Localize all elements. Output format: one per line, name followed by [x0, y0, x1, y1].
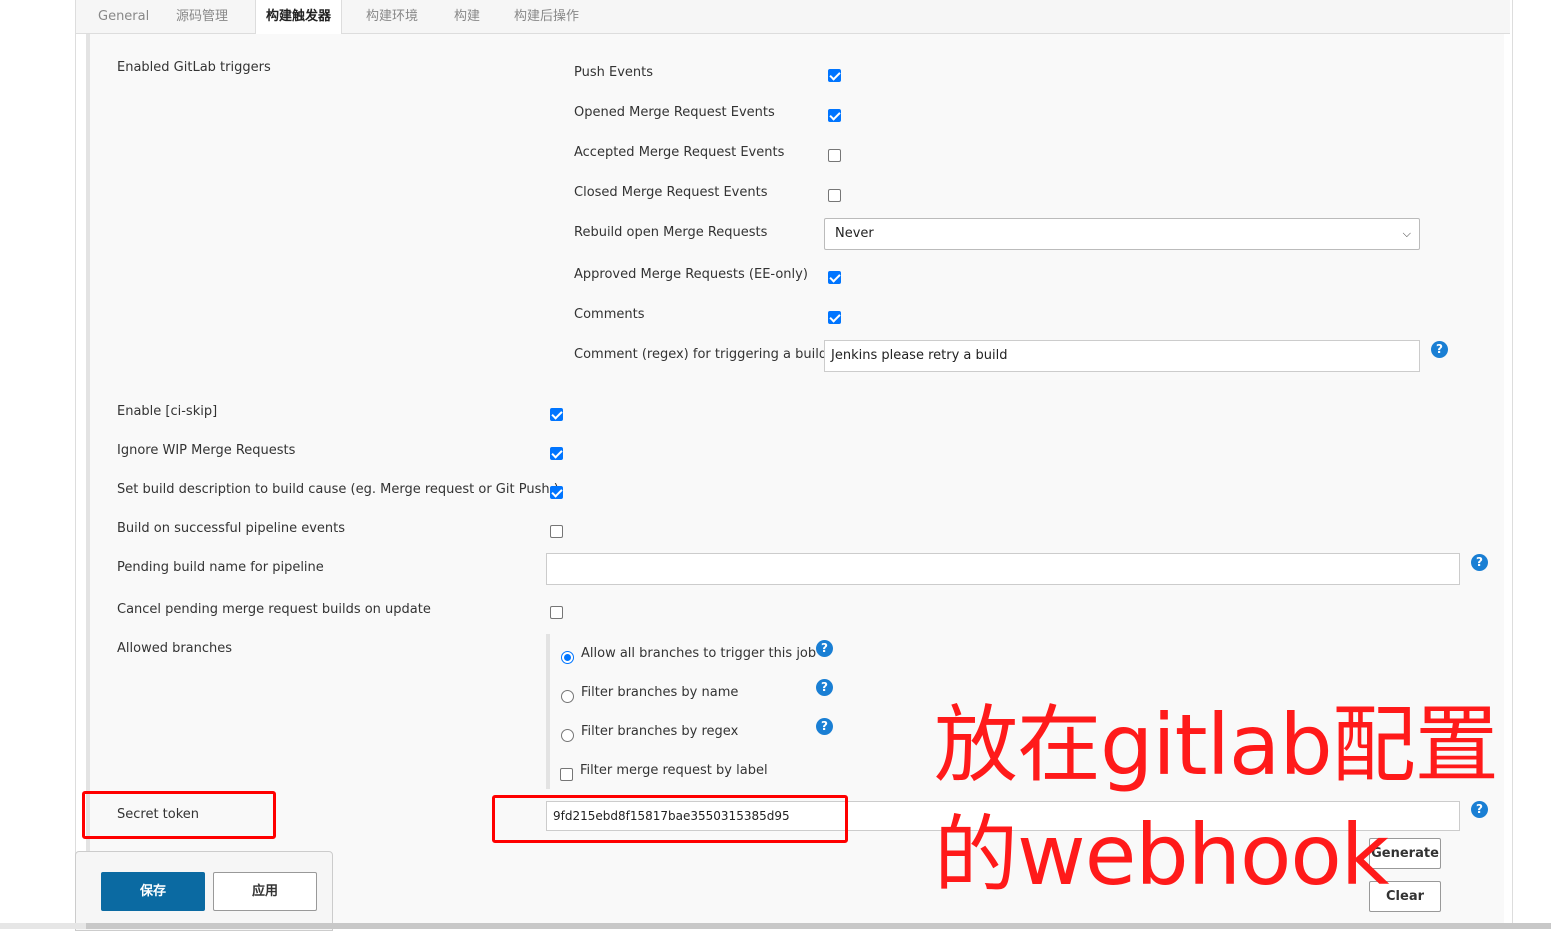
pending-build-name-label: Pending build name for pipeline	[117, 560, 324, 575]
rebuild-open-mr-label: Rebuild open Merge Requests	[574, 225, 768, 240]
tab-source-code[interactable]: 源码管理	[166, 0, 238, 33]
allowed-branches-label: Allowed branches	[117, 641, 233, 656]
pipeline-events-checkbox[interactable]	[550, 525, 563, 538]
pending-build-name-input[interactable]	[546, 553, 1460, 585]
chevron-down-icon: ⌵	[1402, 227, 1411, 240]
push-events-checkbox[interactable]	[828, 69, 841, 82]
ci-skip-label: Enable [ci-skip]	[117, 404, 218, 419]
pipeline-events-label: Build on successful pipeline events	[117, 521, 346, 536]
cancel-pending-label: Cancel pending merge request builds on u…	[117, 602, 431, 617]
help-icon[interactable]: ?	[1471, 554, 1488, 571]
scrollbar-thumb[interactable]	[0, 923, 86, 929]
ignore-wip-label: Ignore WIP Merge Requests	[117, 443, 296, 458]
set-description-label: Set build description to build cause (eg…	[117, 482, 559, 497]
apply-button[interactable]: 应用	[213, 872, 317, 911]
push-events-label: Push Events	[574, 65, 654, 80]
branches-group-divider	[546, 634, 550, 789]
tab-post-build[interactable]: 构建后操作	[504, 0, 589, 33]
set-description-checkbox[interactable]	[550, 486, 563, 499]
filter-by-name-radio[interactable]	[561, 690, 574, 703]
gitlab-triggers-label: Enabled GitLab triggers	[117, 60, 271, 75]
annotation-line-2: 的webhook	[934, 806, 1389, 904]
closed-mr-label: Closed Merge Request Events	[574, 185, 768, 200]
save-button[interactable]: 保存	[101, 872, 205, 911]
accepted-mr-checkbox[interactable]	[828, 149, 841, 162]
help-icon[interactable]: ?	[816, 640, 833, 657]
config-tabs: General 源码管理 构建触发器 构建环境 构建 构建后操作	[76, 0, 1510, 34]
rebuild-open-mr-select[interactable]: Never ⌵	[824, 218, 1420, 250]
comment-regex-input[interactable]: Jenkins please retry a build	[824, 340, 1420, 372]
annotation-line-1: 放在gitlab配置	[934, 696, 1499, 794]
opened-mr-checkbox[interactable]	[828, 109, 841, 122]
opened-mr-label: Opened Merge Request Events	[574, 105, 775, 120]
cancel-pending-checkbox[interactable]	[550, 606, 563, 619]
tab-build-triggers[interactable]: 构建触发器	[255, 0, 343, 34]
tab-build-environment[interactable]: 构建环境	[356, 0, 428, 33]
tab-build[interactable]: 构建	[444, 0, 490, 33]
horizontal-scrollbar[interactable]	[0, 923, 1551, 929]
ignore-wip-checkbox[interactable]	[550, 447, 563, 460]
filter-by-name-label: Filter branches by name	[581, 685, 739, 700]
approved-mr-checkbox[interactable]	[828, 271, 841, 284]
allow-all-branches-radio[interactable]	[561, 651, 574, 664]
ci-skip-checkbox[interactable]	[550, 408, 563, 421]
help-icon[interactable]: ?	[816, 718, 833, 735]
tab-general[interactable]: General	[88, 0, 159, 33]
filter-by-regex-radio[interactable]	[561, 729, 574, 742]
filter-by-label-checkbox[interactable]	[560, 768, 573, 781]
approved-mr-label: Approved Merge Requests (EE-only)	[574, 267, 808, 282]
allow-all-branches-label: Allow all branches to trigger this job	[581, 646, 817, 661]
comments-label: Comments	[574, 307, 645, 322]
rebuild-select-value: Never	[835, 226, 874, 241]
help-icon[interactable]: ?	[816, 679, 833, 696]
comments-checkbox[interactable]	[828, 311, 841, 324]
filter-by-label-label: Filter merge request by label	[580, 763, 768, 778]
secret-token-value-highlight	[492, 795, 848, 843]
help-icon[interactable]: ?	[1471, 801, 1488, 818]
secret-token-label-highlight	[82, 791, 276, 839]
accepted-mr-label: Accepted Merge Request Events	[574, 145, 785, 160]
comment-regex-label: Comment (regex) for triggering a build	[574, 347, 828, 362]
help-icon[interactable]: ?	[1431, 341, 1448, 358]
closed-mr-checkbox[interactable]	[828, 189, 841, 202]
filter-by-regex-label: Filter branches by regex	[581, 724, 739, 739]
